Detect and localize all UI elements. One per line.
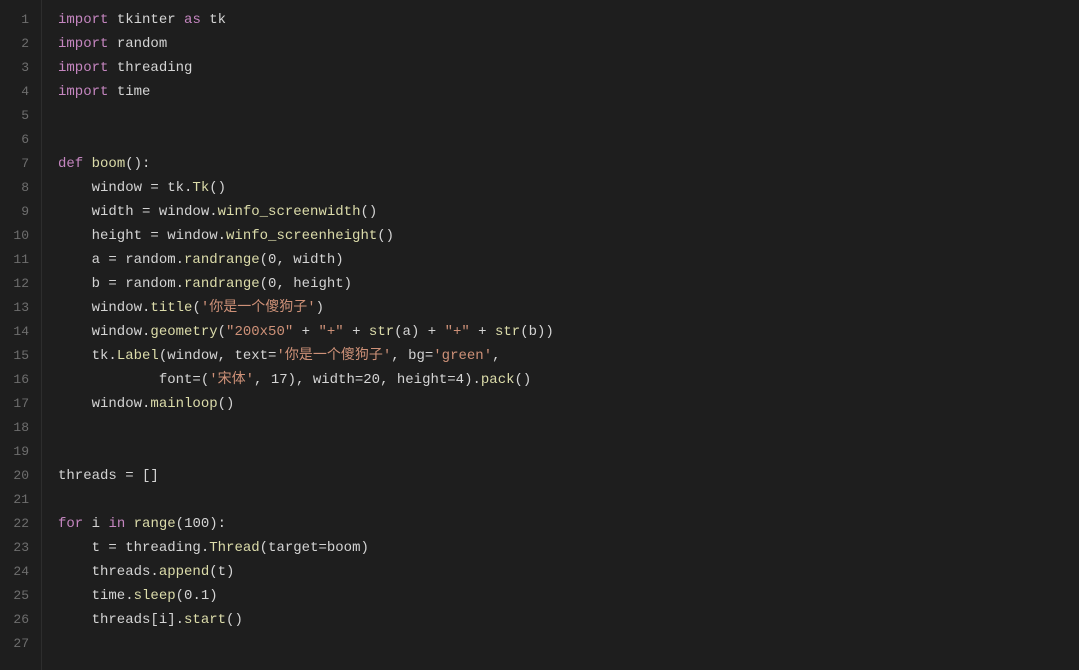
code-line: import time: [58, 80, 1079, 104]
line-numbers: 1234567891011121314151617181920212223242…: [0, 0, 42, 670]
line-number: 10: [8, 224, 29, 248]
code-line: import threading: [58, 56, 1079, 80]
code-line: a = random.randrange(0, width): [58, 248, 1079, 272]
line-number: 8: [8, 176, 29, 200]
code-line: width = window.winfo_screenwidth(): [58, 200, 1079, 224]
line-number: 11: [8, 248, 29, 272]
code-line: window = tk.Tk(): [58, 176, 1079, 200]
code-line: height = window.winfo_screenheight(): [58, 224, 1079, 248]
code-line: import random: [58, 32, 1079, 56]
line-number: 6: [8, 128, 29, 152]
code-line: [58, 632, 1079, 656]
line-number: 21: [8, 488, 29, 512]
line-number: 20: [8, 464, 29, 488]
line-number: 14: [8, 320, 29, 344]
line-number: 4: [8, 80, 29, 104]
line-number: 12: [8, 272, 29, 296]
line-number: 19: [8, 440, 29, 464]
code-line: for i in range(100):: [58, 512, 1079, 536]
code-line: [58, 128, 1079, 152]
code-line: threads[i].start(): [58, 608, 1079, 632]
code-line: threads.append(t): [58, 560, 1079, 584]
line-number: 7: [8, 152, 29, 176]
line-number: 26: [8, 608, 29, 632]
line-number: 23: [8, 536, 29, 560]
code-line: t = threading.Thread(target=boom): [58, 536, 1079, 560]
code-editor: 1234567891011121314151617181920212223242…: [0, 0, 1079, 670]
code-line: import tkinter as tk: [58, 8, 1079, 32]
line-number: 16: [8, 368, 29, 392]
code-line: window.geometry("200x50" + "+" + str(a) …: [58, 320, 1079, 344]
line-number: 5: [8, 104, 29, 128]
code-line: window.mainloop(): [58, 392, 1079, 416]
code-line: tk.Label(window, text='你是一个傻狗子', bg='gre…: [58, 344, 1079, 368]
code-line: window.title('你是一个傻狗子'): [58, 296, 1079, 320]
code-line: font=('宋体', 17), width=20, height=4).pac…: [58, 368, 1079, 392]
line-number: 9: [8, 200, 29, 224]
code-line: b = random.randrange(0, height): [58, 272, 1079, 296]
code-line: [58, 416, 1079, 440]
line-number: 27: [8, 632, 29, 656]
line-number: 17: [8, 392, 29, 416]
line-number: 25: [8, 584, 29, 608]
line-number: 24: [8, 560, 29, 584]
code-line: time.sleep(0.1): [58, 584, 1079, 608]
line-number: 13: [8, 296, 29, 320]
line-number: 22: [8, 512, 29, 536]
line-number: 1: [8, 8, 29, 32]
code-line: [58, 488, 1079, 512]
code-line: [58, 440, 1079, 464]
line-number: 18: [8, 416, 29, 440]
code-content[interactable]: import tkinter as tkimport randomimport …: [42, 0, 1079, 670]
code-line: def boom():: [58, 152, 1079, 176]
line-number: 3: [8, 56, 29, 80]
code-line: threads = []: [58, 464, 1079, 488]
line-number: 2: [8, 32, 29, 56]
line-number: 15: [8, 344, 29, 368]
code-line: [58, 104, 1079, 128]
